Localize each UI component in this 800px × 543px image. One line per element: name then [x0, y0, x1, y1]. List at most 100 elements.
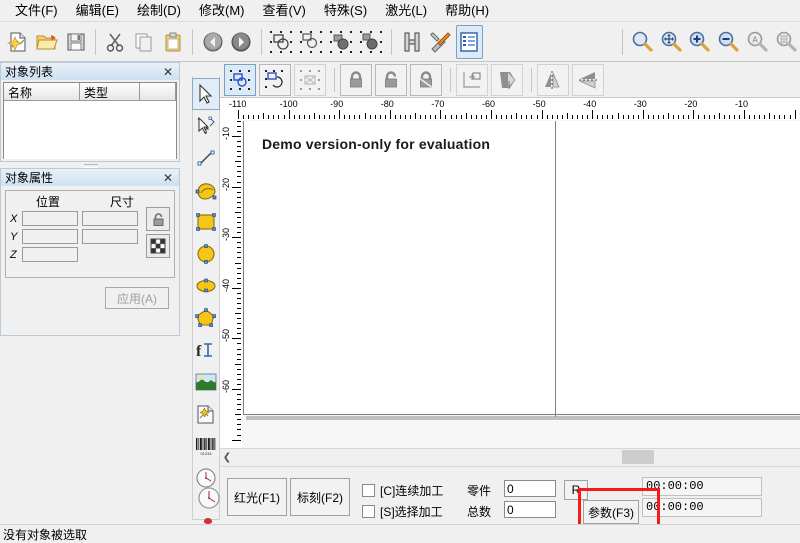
column-header-type[interactable]: 类型	[80, 83, 140, 100]
tools-icon[interactable]	[427, 25, 454, 59]
undo-icon[interactable]	[199, 25, 226, 59]
open-folder-icon[interactable]	[34, 25, 61, 59]
ruler-tick	[365, 113, 366, 119]
menu-help[interactable]: 帮助(H)	[436, 1, 498, 21]
size-y-input[interactable]	[82, 229, 138, 244]
mirror-vertical-icon[interactable]	[572, 64, 604, 96]
ruler-tick	[237, 141, 241, 142]
column-header-extra[interactable]	[140, 83, 176, 100]
ruler-tick	[237, 182, 241, 183]
image-icon[interactable]	[192, 366, 220, 398]
close-icon[interactable]: ✕	[161, 171, 175, 185]
object-list-titlebar: 对象列表 ✕	[0, 62, 180, 80]
apply-button[interactable]: 应用(A)	[105, 287, 169, 309]
menu-view[interactable]: 查看(V)	[254, 1, 315, 21]
zoom-window-icon[interactable]	[628, 25, 655, 59]
menu-file[interactable]: 文件(F)	[6, 1, 67, 21]
scrollbar-track[interactable]	[234, 450, 800, 464]
close-icon[interactable]: ✕	[161, 65, 175, 79]
continuous-process-checkbox-row[interactable]: [C]连续加工	[362, 482, 443, 499]
lock-icon[interactable]	[146, 207, 170, 231]
save-icon[interactable]	[63, 25, 90, 59]
paste-icon[interactable]	[160, 25, 187, 59]
marking-control-bar: 红光(F1) 标刻(F2) [C]连续加工 [S]选择加工 零件 总数 0 0 …	[220, 466, 800, 520]
scrollbar-thumb[interactable]	[622, 450, 654, 464]
ellipse-icon[interactable]	[192, 270, 220, 302]
object-list-view[interactable]: 名称 类型	[3, 82, 177, 159]
lock-closed-icon[interactable]	[340, 64, 372, 96]
red-light-button[interactable]: 红光(F1)	[227, 478, 287, 516]
parts-input[interactable]: 0	[504, 480, 556, 497]
menu-special[interactable]: 特殊(S)	[315, 1, 376, 21]
total-input[interactable]: 0	[504, 501, 556, 518]
ruler-tick	[506, 115, 507, 119]
mark-button[interactable]: 标刻(F2)	[290, 478, 350, 516]
position-y-input[interactable]	[22, 229, 78, 244]
continuous-process-checkbox[interactable]	[362, 484, 375, 497]
parameter-button[interactable]: 参数(F3)	[583, 500, 639, 524]
zoom-in-icon[interactable]	[686, 25, 713, 59]
column-header-name[interactable]: 名称	[4, 83, 80, 100]
ruler-tick	[237, 131, 241, 132]
array-copy-icon[interactable]	[259, 64, 291, 96]
ruler-tick	[486, 115, 487, 119]
curve-icon[interactable]	[192, 174, 220, 206]
menu-edit[interactable]: 编辑(E)	[67, 1, 128, 21]
uncombine-icon[interactable]	[357, 25, 385, 59]
ruler-tick	[628, 115, 629, 119]
combine-icon[interactable]	[327, 25, 355, 59]
reset-counter-button[interactable]: R	[564, 480, 588, 500]
object-list-panel-icon[interactable]	[456, 25, 483, 59]
ruler-label-h: -90	[330, 99, 343, 109]
new-file-icon[interactable]	[5, 25, 32, 59]
lock-partial-icon[interactable]	[410, 64, 442, 96]
work-area[interactable]: Demo version-only for evaluation	[243, 121, 800, 415]
menu-laser[interactable]: 激光(L)	[376, 1, 436, 21]
line-icon[interactable]	[192, 142, 220, 174]
text-icon[interactable]: f	[192, 334, 220, 366]
object-list-rows[interactable]	[4, 101, 176, 159]
rectangle-icon[interactable]	[192, 206, 220, 238]
fill-shape-icon[interactable]	[491, 64, 523, 96]
origin-icon[interactable]	[456, 64, 488, 96]
ruler-tick	[390, 110, 391, 119]
ungroup-icon[interactable]	[297, 25, 325, 59]
cut-icon[interactable]	[102, 25, 129, 59]
ruler-tick	[294, 115, 295, 119]
size-x-input[interactable]	[82, 211, 138, 226]
object-properties-panel: 对象属性 ✕ 位置 尺寸 X Y Z	[0, 168, 180, 336]
ruler-tick	[232, 389, 241, 390]
pointer-icon[interactable]	[192, 78, 220, 110]
group-icon[interactable]	[267, 25, 295, 59]
polygon-icon[interactable]	[192, 302, 220, 334]
mirror-horizontal-icon[interactable]	[537, 64, 569, 96]
distribute-icon[interactable]	[294, 64, 326, 96]
hatch-icon[interactable]	[398, 25, 425, 59]
zoom-selection-icon[interactable]	[772, 25, 799, 59]
barcode-icon[interactable]: 01234	[192, 430, 220, 462]
lock-open-icon[interactable]	[375, 64, 407, 96]
scroll-left-arrow-icon[interactable]: ❮	[220, 450, 234, 464]
zoom-pan-icon[interactable]	[657, 25, 684, 59]
position-x-input[interactable]	[22, 211, 78, 226]
selected-process-checkbox[interactable]	[362, 505, 375, 518]
ruler-tick	[774, 115, 775, 119]
work-area-edge	[555, 121, 556, 417]
horizontal-scrollbar[interactable]: ❮	[220, 448, 800, 465]
circle-icon[interactable]	[192, 238, 220, 270]
ruler-tick	[734, 115, 735, 119]
ruler-tick	[324, 115, 325, 119]
anchor-grid-icon[interactable]	[146, 234, 170, 258]
align-group-icon[interactable]	[224, 64, 256, 96]
node-edit-icon[interactable]	[192, 110, 220, 142]
copy-icon[interactable]	[131, 25, 158, 59]
selected-process-checkbox-row[interactable]: [S]选择加工	[362, 503, 443, 520]
vector-file-icon[interactable]	[192, 398, 220, 430]
drawing-canvas[interactable]: Demo version-only for evaluation	[242, 120, 800, 448]
position-z-input[interactable]	[22, 247, 78, 262]
menu-modify[interactable]: 修改(M)	[190, 1, 254, 21]
redo-icon[interactable]	[228, 25, 255, 59]
menu-draw[interactable]: 绘制(D)	[128, 1, 190, 21]
zoom-out-icon[interactable]	[715, 25, 742, 59]
zoom-all-icon[interactable]: A	[743, 25, 770, 59]
